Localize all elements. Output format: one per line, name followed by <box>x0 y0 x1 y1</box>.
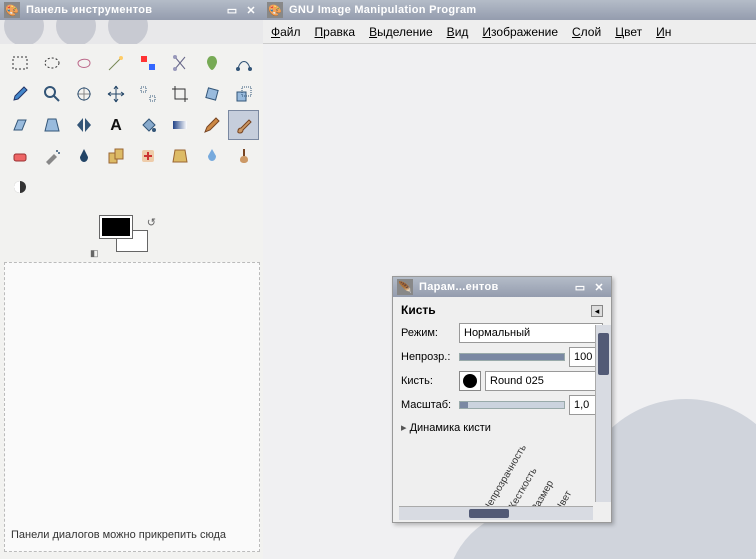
brush-preview[interactable] <box>459 371 481 391</box>
default-colors-icon[interactable]: ◧ <box>90 248 99 259</box>
tool-ellipse-select[interactable] <box>36 48 67 78</box>
menu-Файл[interactable]: Файл <box>271 25 301 39</box>
tool-paintbrush[interactable] <box>228 110 259 140</box>
scale-slider[interactable] <box>459 401 565 409</box>
opacity-row: Непрозр.: 100 <box>401 347 603 367</box>
tool-flip[interactable] <box>68 110 99 140</box>
tool-pencil[interactable] <box>196 110 227 140</box>
tool-clone[interactable] <box>100 141 131 171</box>
tool-bucket[interactable] <box>132 110 163 140</box>
dock-area[interactable]: Панели диалогов можно прикрепить сюда <box>4 262 260 552</box>
scale-row: Масштаб: 1,0 <box>401 395 603 415</box>
svg-text:A: A <box>110 117 122 134</box>
minimize-button[interactable]: ▭ <box>224 3 240 17</box>
toolbox-header-deco <box>0 20 263 44</box>
tool-paths[interactable] <box>228 48 259 78</box>
brush-label: Кисть: <box>401 375 455 387</box>
tool-rect-select[interactable] <box>4 48 35 78</box>
menu-Изображение[interactable]: Изображение <box>482 25 558 39</box>
close-button[interactable]: ✕ <box>243 3 259 17</box>
tool-foreground[interactable] <box>196 48 227 78</box>
gimp-icon: 🎨 <box>267 2 283 18</box>
tool-grid: A <box>0 44 263 206</box>
main-titlebar[interactable]: 🎨 GNU Image Manipulation Program <box>263 0 756 20</box>
menu-Выделение[interactable]: Выделение <box>369 25 433 39</box>
color-swatch[interactable]: ↺ ◧ <box>100 216 156 256</box>
options-title: Парам...ентов <box>419 281 569 293</box>
opacity-slider[interactable] <box>459 353 565 361</box>
tool-eyedropper[interactable] <box>4 79 35 109</box>
menu-Ин[interactable]: Ин <box>656 25 671 39</box>
tool-measure[interactable] <box>68 79 99 109</box>
opacity-label: Непрозр.: <box>401 351 455 363</box>
gimp-icon: 🪶 <box>397 279 413 295</box>
brush-select[interactable]: Round 025 <box>485 371 603 391</box>
tool-crop[interactable] <box>164 79 195 109</box>
tool-eraser[interactable] <box>4 141 35 171</box>
menu-Слой[interactable]: Слой <box>572 25 601 39</box>
tool-rotate[interactable] <box>196 79 227 109</box>
scale-label: Масштаб: <box>401 399 455 411</box>
tool-move[interactable] <box>100 79 131 109</box>
menu-Цвет[interactable]: Цвет <box>615 25 642 39</box>
tool-ink[interactable] <box>68 141 99 171</box>
mode-select[interactable]: Нормальный <box>459 323 603 343</box>
tool-blend[interactable] <box>164 110 195 140</box>
tab-menu-icon[interactable]: ◂ <box>591 305 603 317</box>
vertical-scrollbar[interactable] <box>595 325 611 502</box>
toolbox-title: Панель инструментов <box>26 4 221 16</box>
tool-heal[interactable] <box>132 141 163 171</box>
mode-row: Режим: Нормальный <box>401 323 603 343</box>
options-titlebar[interactable]: 🪶 Парам...ентов ▭ ✕ <box>393 277 611 297</box>
toolbox-titlebar[interactable]: 🎨 Панель инструментов ▭ ✕ <box>0 0 263 20</box>
tool-perspective-clone[interactable] <box>164 141 195 171</box>
tool-blur[interactable] <box>196 141 227 171</box>
tool-airbrush[interactable] <box>36 141 67 171</box>
mode-label: Режим: <box>401 327 455 339</box>
tool-magic-wand[interactable] <box>100 48 131 78</box>
toolbox-window: 🎨 Панель инструментов ▭ ✕ A ↺ ◧ Панели д… <box>0 0 264 559</box>
tool-options-dialog: 🪶 Парам...ентов ▭ ✕ Кисть ◂ Режим: Норма… <box>392 276 612 523</box>
horizontal-scrollbar[interactable] <box>399 506 593 520</box>
menu-bar: Файл Правка Выделение Вид Изображение Слой Цве… <box>263 20 756 44</box>
foreground-color[interactable] <box>100 216 132 238</box>
brush-row: Кисть: Round 025 <box>401 371 603 391</box>
tool-lasso[interactable] <box>68 48 99 78</box>
tool-smudge[interactable] <box>228 141 259 171</box>
tool-zoom[interactable] <box>36 79 67 109</box>
tool-shear[interactable] <box>4 110 35 140</box>
tool-color-select[interactable] <box>132 48 163 78</box>
dock-hint-text: Панели диалогов можно прикрепить сюда <box>11 529 226 541</box>
minimize-button[interactable]: ▭ <box>572 280 588 294</box>
tool-text[interactable]: A <box>100 110 131 140</box>
close-button[interactable]: ✕ <box>591 280 607 294</box>
main-title: GNU Image Manipulation Program <box>289 4 752 16</box>
menu-Правка[interactable]: Правка <box>315 25 356 39</box>
tool-align[interactable] <box>132 79 163 109</box>
menu-Вид[interactable]: Вид <box>447 25 469 39</box>
swap-colors-icon[interactable]: ↺ <box>147 216 156 229</box>
gimp-icon: 🎨 <box>4 2 20 18</box>
section-heading: Кисть <box>401 303 603 317</box>
tool-scissors[interactable] <box>164 48 195 78</box>
dynamics-expander[interactable]: Динамика кисти <box>401 421 603 434</box>
tool-dodge[interactable] <box>4 172 35 202</box>
tool-perspective[interactable] <box>36 110 67 140</box>
tool-scale[interactable] <box>228 79 259 109</box>
